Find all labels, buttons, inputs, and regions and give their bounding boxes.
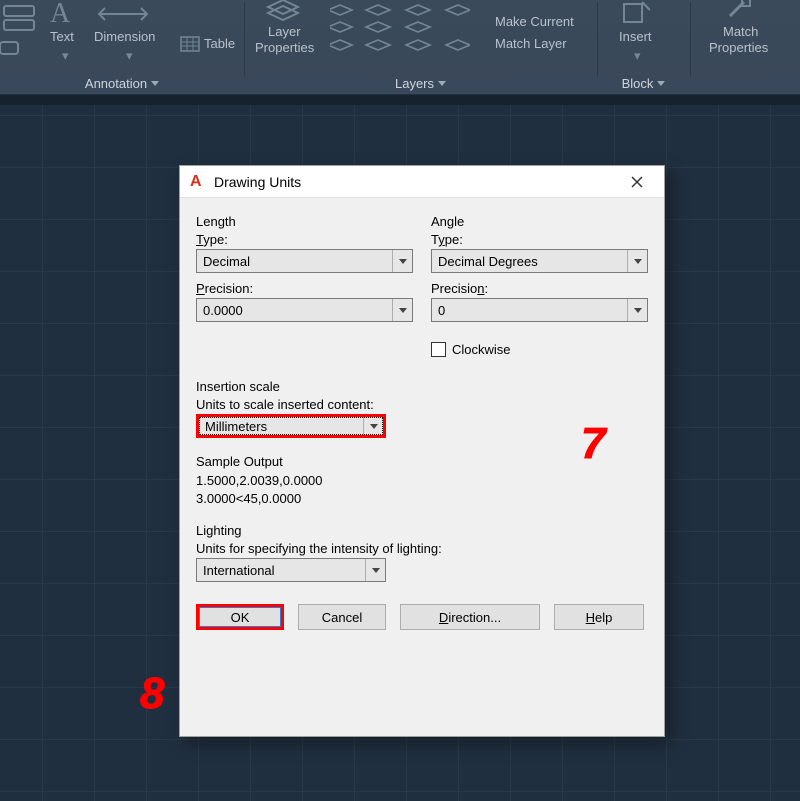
length-precision-value: 0.0000 <box>203 303 243 318</box>
angle-type-combo[interactable]: Decimal Degrees <box>431 249 648 273</box>
clockwise-label: Clockwise <box>452 342 511 357</box>
ribbon: A Text ▾ Dimension ▾ Table Layer Propert… <box>0 0 800 95</box>
close-icon <box>631 176 643 188</box>
angle-type-value: Decimal Degrees <box>438 254 538 269</box>
lighting-heading: Lighting <box>196 523 648 538</box>
chevron-down-icon <box>627 250 647 272</box>
sample-line-2: 3.0000<45,0.0000 <box>196 490 648 508</box>
cancel-button[interactable]: Cancel <box>298 604 386 630</box>
drawing-units-dialog: A Drawing Units Length Type: Decimal Pre… <box>179 165 665 737</box>
angle-precision-label: Precision: <box>431 281 648 296</box>
clockwise-checkbox[interactable] <box>431 342 446 357</box>
match-properties-icon <box>726 0 756 22</box>
lighting-label: Units for specifying the intensity of li… <box>196 541 648 556</box>
help-button[interactable]: Help <box>554 604 644 630</box>
insertion-units-value: Millimeters <box>205 419 267 434</box>
dialog-button-row: OK Cancel Direction... Help <box>196 604 648 630</box>
insertion-label: Units to scale inserted content: <box>196 397 648 412</box>
autocad-app-icon: A <box>190 174 206 190</box>
close-button[interactable] <box>616 168 658 196</box>
chevron-down-icon <box>392 250 412 272</box>
lighting-group: Lighting Units for specifying the intens… <box>196 523 648 582</box>
chevron-down-icon <box>627 299 647 321</box>
annotation-8: 8 <box>140 672 164 716</box>
clockwise-checkbox-row[interactable]: Clockwise <box>431 342 648 357</box>
angle-precision-value: 0 <box>438 303 445 318</box>
chevron-down-icon <box>392 299 412 321</box>
length-heading: Length <box>196 214 413 229</box>
sample-line-1: 1.5000,2.0039,0.0000 <box>196 472 648 490</box>
ribbon-group-layers[interactable]: Layers <box>244 0 597 95</box>
dialog-titlebar[interactable]: A Drawing Units <box>180 166 664 198</box>
ribbon-label-match1[interactable]: Match <box>723 24 758 39</box>
ok-button[interactable]: OK <box>196 604 284 630</box>
dialog-title: Drawing Units <box>214 174 616 190</box>
angle-type-label: Type: <box>431 232 648 247</box>
length-precision-label: Precision: <box>196 281 413 296</box>
ribbon-group-label: Layers <box>395 76 434 91</box>
ribbon-group-label: Annotation <box>85 76 147 91</box>
angle-precision-combo[interactable]: 0 <box>431 298 648 322</box>
insertion-heading: Insertion scale <box>196 379 648 394</box>
length-type-value: Decimal <box>203 254 250 269</box>
length-precision-combo[interactable]: 0.0000 <box>196 298 413 322</box>
dialog-body: Length Type: Decimal Precision: 0.0000 A… <box>180 198 664 640</box>
annotation-7: 7 <box>581 422 605 466</box>
lighting-units-combo[interactable]: International <box>196 558 386 582</box>
chevron-down-icon <box>365 559 385 581</box>
lighting-units-value: International <box>203 563 275 578</box>
direction-button[interactable]: Direction... <box>400 604 540 630</box>
length-group: Length Type: Decimal Precision: 0.0000 <box>196 214 413 357</box>
length-type-label: Type: <box>196 232 413 247</box>
length-type-combo[interactable]: Decimal <box>196 249 413 273</box>
drawing-canvas[interactable]: A Drawing Units Length Type: Decimal Pre… <box>0 95 800 801</box>
chevron-down-icon <box>363 417 383 435</box>
angle-heading: Angle <box>431 214 648 229</box>
ribbon-group-block[interactable]: Block <box>597 0 690 95</box>
ribbon-group-label: Block <box>622 76 654 91</box>
angle-group: Angle Type: Decimal Degrees Precision: 0… <box>431 214 648 357</box>
ribbon-label-match2: Properties <box>709 40 768 55</box>
insertion-units-combo[interactable]: Millimeters <box>196 414 386 438</box>
ribbon-group-annotation[interactable]: Annotation <box>0 0 244 95</box>
